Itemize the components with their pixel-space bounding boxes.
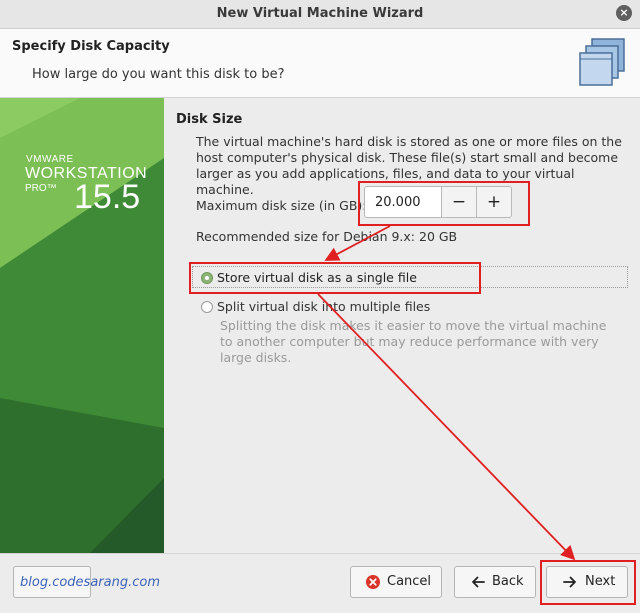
annotation-arrows [317, 225, 576, 561]
arrow-to-next-button [317, 293, 576, 561]
arrow-to-single-file [324, 225, 391, 261]
